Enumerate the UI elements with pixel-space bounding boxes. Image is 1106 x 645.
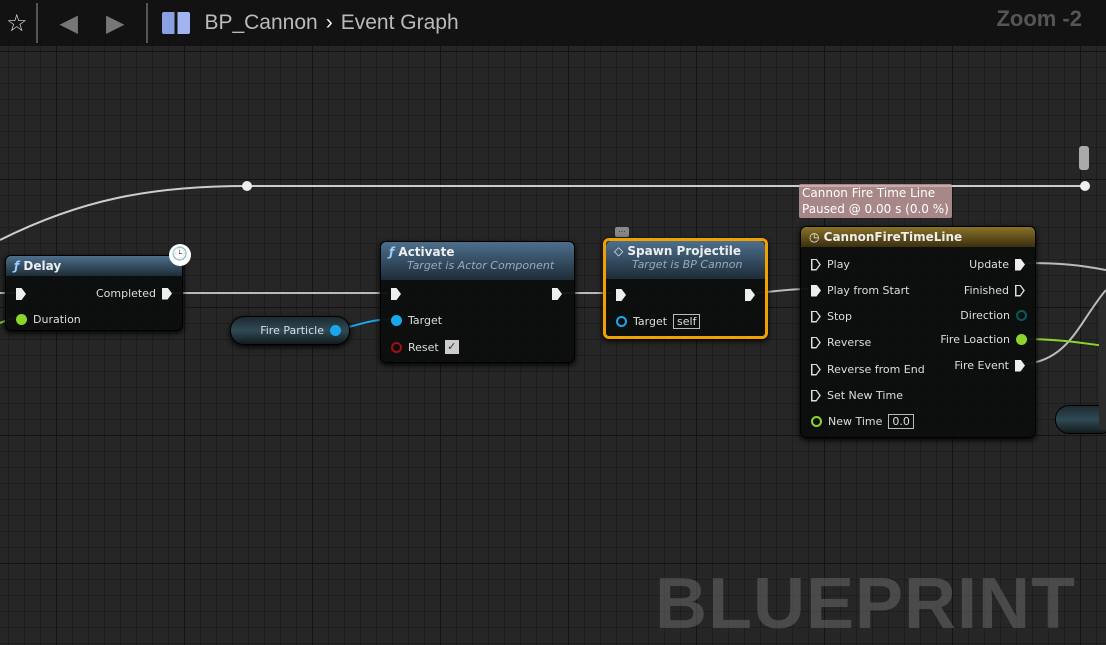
pin-label: Reverse [827, 336, 872, 349]
clock-icon: ◷ [809, 230, 824, 244]
reverse-from-end-pin[interactable]: Reverse from End [811, 363, 925, 376]
blueprint-watermark: BLUEPRINT [655, 564, 1076, 644]
zoom-level: Zoom -2 [996, 6, 1082, 31]
pin-label: Fire Event [954, 359, 1009, 372]
comment-bubble-icon[interactable]: ... [615, 226, 629, 237]
node-header: ◷ CannonFireTimeLine [801, 227, 1035, 247]
reset-checkbox[interactable]: ✓ [444, 340, 459, 354]
back-arrow-icon[interactable]: ◀ [60, 9, 78, 37]
custom-event-diamond-icon: ◇ [614, 244, 628, 258]
play-pin[interactable]: Play [811, 258, 850, 271]
new-time-pin[interactable]: New Time 0.0 [811, 414, 914, 429]
spawn-projectile-node[interactable]: ◇ Spawn Projectile Target is BP Cannon Ta… [603, 238, 768, 339]
pin-label: Direction [960, 309, 1010, 322]
stop-pin[interactable]: Stop [811, 310, 852, 323]
target-pin[interactable]: Target self [616, 314, 701, 329]
side-panel-edge [1099, 300, 1106, 430]
target-value-field[interactable]: self [673, 314, 701, 329]
node-subtitle: Target is BP Cannon [632, 258, 743, 271]
exec-out-pin[interactable] [552, 288, 562, 300]
pin-label: Fire Loaction [940, 333, 1010, 346]
offscreen-node-edge [1079, 146, 1089, 170]
delay-node[interactable]: ƒ Delay Completed Duration [5, 255, 183, 331]
finished-pin[interactable]: Finished [964, 284, 1025, 297]
node-subtitle: Target is Actor Component [407, 259, 555, 272]
fire-location-pin[interactable]: Fire Loaction [940, 333, 1027, 346]
pin-label: Play [827, 258, 850, 271]
exec-wire-fire-event [1024, 289, 1106, 365]
pin-label: Target [408, 314, 443, 327]
new-time-field[interactable]: 0.0 [888, 414, 914, 429]
breadcrumb-chevron-icon: › [325, 11, 333, 34]
exec-wire-update [1024, 262, 1106, 271]
timeline-node[interactable]: ◷ CannonFireTimeLine Play Play from Star… [800, 226, 1036, 438]
pin-label: Update [969, 258, 1009, 271]
exec-in-pin[interactable] [16, 288, 26, 300]
variable-label: Fire Particle [260, 324, 324, 337]
pin-label: Stop [827, 310, 853, 323]
pin-label: Completed [96, 287, 156, 300]
reset-pin[interactable]: Reset ✓ [391, 340, 459, 354]
divider [146, 3, 149, 43]
play-from-start-pin[interactable]: Play from Start [811, 284, 909, 297]
activate-node[interactable]: ƒ Activate Target is Actor Component Targ… [380, 241, 575, 363]
fire-event-pin[interactable]: Fire Event [954, 359, 1025, 372]
graph-icon [162, 12, 191, 34]
reroute-node [242, 181, 252, 191]
node-header: ƒ Activate Target is Actor Component [381, 242, 574, 280]
target-pin[interactable]: Target [391, 314, 442, 327]
fire-particle-variable-node[interactable]: Fire Particle [230, 316, 350, 345]
pin-label: Reverse from End [827, 363, 925, 376]
exec-in-pin[interactable] [616, 289, 626, 301]
pin-label: New Time [828, 415, 883, 428]
exec-in-pin[interactable] [391, 288, 401, 300]
forward-arrow-icon[interactable]: ▶ [106, 9, 124, 37]
breadcrumb-graph[interactable]: Event Graph [341, 11, 459, 35]
tooltip-line: Paused @ 0.00 s (0.0 %) [802, 202, 949, 216]
update-pin[interactable]: Update [969, 258, 1025, 271]
tooltip-line: Cannon Fire Time Line [802, 186, 936, 200]
function-icon: ƒ [389, 245, 399, 259]
exec-out-pin[interactable] [745, 289, 755, 301]
set-new-time-pin[interactable]: Set New Time [811, 389, 903, 402]
graph-toolbar: ☆ ◀ ▶ BP_Cannon › Event Graph Zoom -2 [0, 0, 1106, 46]
function-icon: ƒ [14, 259, 24, 273]
node-title: CannonFireTimeLine [823, 230, 963, 244]
node-title: Activate [398, 245, 455, 259]
node-title: Spawn Projectile [627, 244, 741, 258]
timeline-status-tooltip: Cannon Fire Time Line Paused @ 0.00 s (0… [799, 184, 952, 218]
fire-particle-pin[interactable]: Fire Particle [260, 324, 341, 337]
pin-label: Duration [33, 313, 81, 326]
node-header: ◇ Spawn Projectile Target is BP Cannon [606, 241, 765, 279]
reroute-node [1080, 181, 1090, 191]
node-title: Delay [23, 259, 62, 273]
reverse-pin[interactable]: Reverse [811, 336, 871, 349]
pin-label: Set New Time [827, 389, 903, 402]
direction-pin[interactable]: Direction [960, 309, 1027, 322]
completed-pin[interactable]: Completed [96, 287, 172, 300]
duration-pin[interactable]: Duration [16, 313, 81, 326]
pin-label: Play from Start [827, 284, 910, 297]
pin-label: Reset [408, 340, 439, 354]
pin-label: Target [633, 315, 668, 328]
pin-label: Finished [963, 284, 1009, 297]
node-header: ƒ Delay [6, 256, 182, 276]
divider [35, 3, 38, 43]
breadcrumb-blueprint[interactable]: BP_Cannon [204, 11, 317, 35]
favorite-star-icon[interactable]: ☆ [6, 9, 28, 37]
latent-clock-icon: 🕒 [169, 244, 191, 266]
